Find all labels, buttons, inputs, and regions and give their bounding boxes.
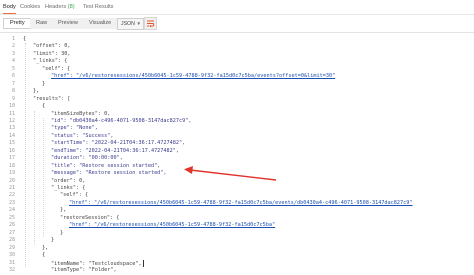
- code-line: 30 {: [0, 252, 474, 259]
- code-text: "itemType": "Folder",: [51, 266, 117, 273]
- code-text: }: [60, 229, 64, 236]
- tab-cookies[interactable]: Cookies: [20, 4, 40, 10]
- line-number: 28: [8, 237, 15, 244]
- code-text: }: [51, 237, 55, 244]
- code-text: },: [42, 244, 49, 251]
- code-line: 20 "order": 0,: [8, 177, 86, 184]
- code-line: 1{: [11, 36, 27, 42]
- code-line: 14 "status": "Success",: [8, 132, 114, 139]
- code-line: 18 "title": "Restore session started",: [8, 162, 161, 169]
- code-line: 9 "results": [: [11, 95, 71, 102]
- code-line: 21 "_links": {: [8, 185, 86, 191]
- code-line: 2 "offset": 0,: [11, 43, 71, 50]
- line-number: 32: [8, 266, 15, 273]
- code-line: 32 "itemType": "Folder",: [0, 267, 474, 274]
- preview-button[interactable]: Preview: [52, 18, 84, 29]
- code-line: 27}: [0, 230, 474, 237]
- code-line: 11 "itemSizeBytes": 0,: [8, 110, 111, 117]
- code-line: 10{: [8, 103, 46, 110]
- code-line: 5 "self": {: [11, 65, 71, 72]
- code-line: 23 "href": "/v6/restoresessions/450b6045-…: [8, 199, 413, 207]
- tab-headers[interactable]: Headers (8): [45, 4, 75, 10]
- code-line: 24},: [8, 207, 67, 214]
- code-line: 25 "restoreSession": {: [8, 214, 120, 221]
- href-link[interactable]: "href": "/v6/restoresessions/450b6045-1c…: [69, 200, 413, 207]
- response-tabs: Body Cookies Headers (8) Test Results: [0, 0, 474, 15]
- code-line: 13 "type": "None",: [8, 125, 98, 132]
- code-line: 19 "message": "Restore session started",: [8, 170, 167, 177]
- code-line: 22 "self": {: [8, 192, 89, 199]
- code-line: 3 "limit": 30,: [11, 50, 71, 57]
- code-line: 4 "_links": {: [11, 58, 68, 65]
- tab-body[interactable]: Body: [3, 4, 16, 14]
- raw-button[interactable]: Raw: [30, 18, 54, 29]
- code-line: 29},: [0, 245, 474, 252]
- code-line: 6 "href": "/v6/restoresessions/450b6045-1…: [11, 73, 336, 80]
- format-select-value: JSON: [121, 21, 135, 27]
- code-line: 7}: [11, 80, 46, 87]
- href-link[interactable]: "href": "/v6/restoresessions/450b6045-1c…: [69, 222, 275, 229]
- response-toolbar: Pretty Raw Preview Visualize JSON ▼: [0, 15, 474, 33]
- format-select[interactable]: JSON ▼: [117, 18, 144, 30]
- wrap-lines-icon[interactable]: [144, 17, 157, 30]
- tab-headers-label: Headers: [45, 4, 67, 10]
- chevron-down-icon: ▼: [136, 21, 141, 26]
- response-body-code: 1{ 2 "offset": 0, 3 "limit": 30, 4 "_links"…: [0, 36, 474, 275]
- text-cursor: [142, 259, 144, 267]
- code-line: 16 "endTime": "2022-04-21T04:36:17.472748…: [8, 147, 180, 154]
- code-line: 17 "duration": "00:00:00",: [8, 155, 123, 162]
- headers-count-badge: (8): [67, 4, 75, 10]
- line-number: 29: [8, 244, 15, 251]
- code-line: 26 "href": "/v6/restoresessions/450b6045-…: [8, 222, 276, 229]
- code-line: 12 "id": "db0430a4-c496-4071-9508-3147dac…: [8, 117, 192, 124]
- line-number: 30: [8, 252, 15, 259]
- code-line: 28}: [0, 237, 474, 244]
- tab-test-results[interactable]: Test Results: [83, 4, 113, 10]
- pretty-button[interactable]: Pretty: [3, 18, 32, 29]
- visualize-button[interactable]: Visualize: [83, 18, 118, 29]
- line-number: 27: [8, 229, 15, 236]
- code-line: 15 "startTime": "2022-04-21T04:36:17.4727…: [8, 140, 186, 147]
- code-text: {: [42, 252, 46, 259]
- href-link[interactable]: "href": "/v6/restoresessions/450b6045-1c…: [51, 73, 335, 80]
- code-line: 8},: [11, 88, 40, 95]
- code-line: 31 "itemName": "Testcloudspace",: [0, 259, 474, 267]
- line-number: 31: [8, 259, 15, 266]
